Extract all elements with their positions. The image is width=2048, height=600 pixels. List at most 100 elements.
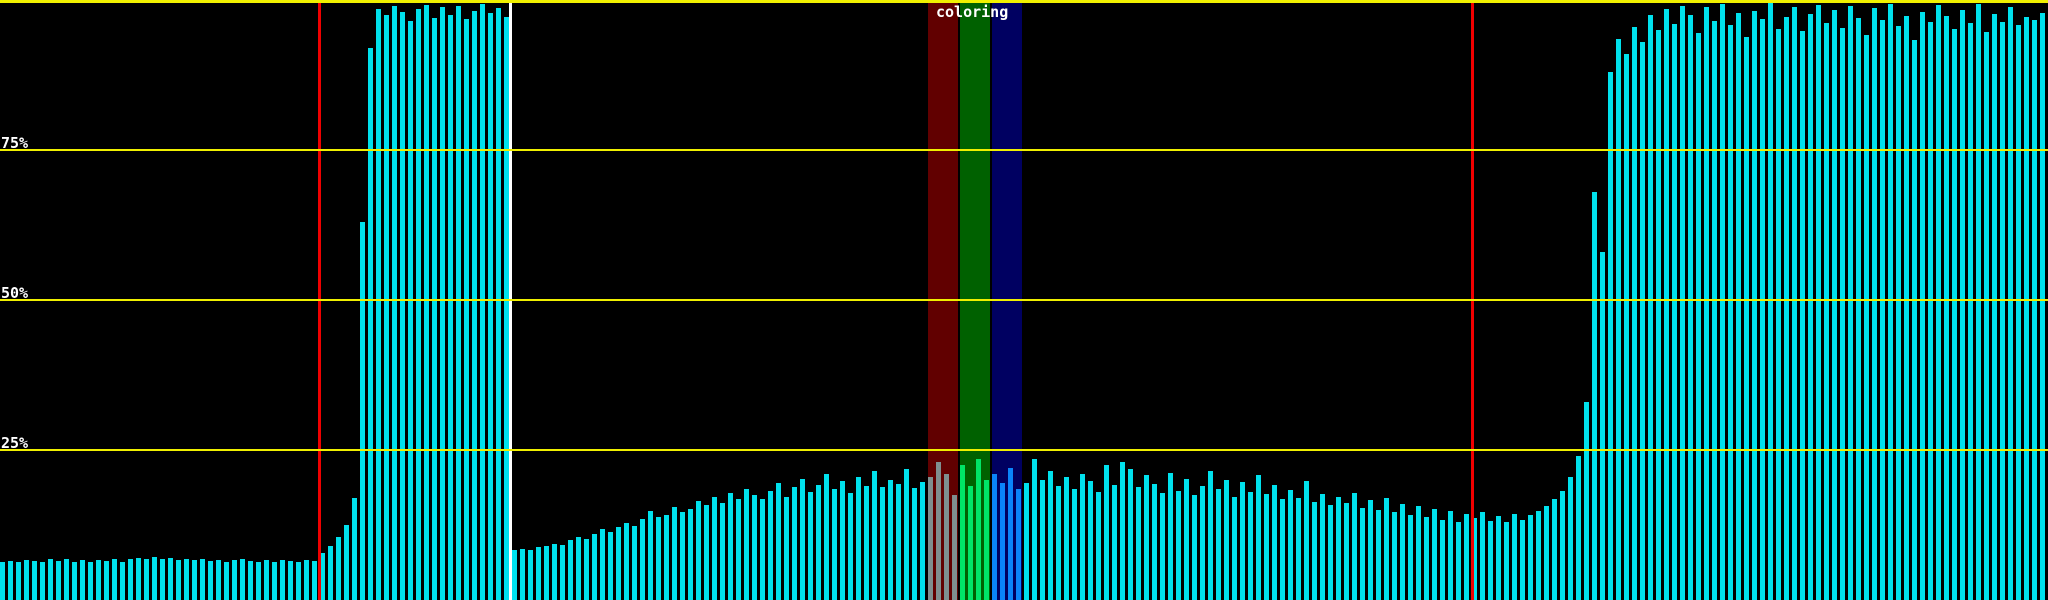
- histogram-bar: [1520, 520, 1525, 600]
- histogram-bar: [592, 534, 597, 600]
- histogram-bar: [1824, 23, 1829, 600]
- histogram-bar: [1680, 6, 1685, 600]
- histogram-bar: [1224, 480, 1229, 600]
- histogram-bar: [64, 559, 69, 600]
- histogram-bar: [864, 486, 869, 600]
- histogram-bar: [1712, 21, 1717, 600]
- histogram-bar: [880, 487, 885, 600]
- histogram-bar: [1312, 502, 1317, 600]
- histogram-bar: [1184, 479, 1189, 600]
- histogram-bar: [1160, 493, 1165, 600]
- histogram-bar: [976, 459, 981, 600]
- histogram-bar: [1608, 72, 1613, 600]
- histogram-bar: [1088, 481, 1093, 600]
- histogram-bar: [632, 526, 637, 600]
- histogram-bar: [192, 560, 197, 600]
- histogram-bar: [1664, 9, 1669, 600]
- histogram-bar: [1448, 511, 1453, 600]
- histogram-bar: [744, 489, 749, 600]
- histogram-bar: [1064, 477, 1069, 600]
- histogram-bar: [1176, 491, 1181, 600]
- histogram-bar: [1080, 474, 1085, 600]
- y-axis-label-25: 25%: [1, 434, 28, 452]
- histogram-bar: [160, 559, 165, 600]
- histogram-bar: [1432, 509, 1437, 600]
- histogram-bar: [1568, 477, 1573, 600]
- histogram-bar: [464, 19, 469, 600]
- histogram-bar: [816, 485, 821, 600]
- histogram-bar: [152, 557, 157, 600]
- histogram-bar: [1792, 7, 1797, 600]
- histogram-bar: [1368, 500, 1373, 600]
- y-axis-label-50: 50%: [1, 284, 28, 302]
- histogram-bar: [584, 539, 589, 600]
- histogram-bar: [808, 492, 813, 600]
- histogram-bar: [1544, 506, 1549, 600]
- histogram-bar: [1496, 516, 1501, 600]
- histogram-bar: [1024, 483, 1029, 600]
- histogram-bar: [1912, 40, 1917, 600]
- histogram-bar: [112, 559, 117, 600]
- histogram-bar: [1112, 485, 1117, 600]
- histogram-bar: [1032, 459, 1037, 600]
- histogram-bar: [616, 527, 621, 600]
- histogram-bar: [1936, 5, 1941, 600]
- histogram-bar: [800, 479, 805, 600]
- histogram-bar: [272, 562, 277, 600]
- histogram-bar: [496, 8, 501, 600]
- histogram-bar: [1584, 402, 1589, 600]
- histogram-bar: [936, 462, 941, 600]
- histogram-bar: [88, 562, 93, 600]
- histogram-bar: [72, 562, 77, 600]
- histogram-bar: [768, 491, 773, 600]
- histogram-bar: [728, 493, 733, 600]
- histogram-bar: [1240, 482, 1245, 600]
- histogram-bar: [736, 499, 741, 600]
- histogram-bar: [568, 540, 573, 600]
- histogram-bar: [552, 544, 557, 600]
- histogram-bar: [992, 474, 997, 600]
- histogram-bar: [1760, 19, 1765, 600]
- histogram-bar: [688, 509, 693, 600]
- histogram-bar: [1728, 25, 1733, 600]
- histogram-bar: [1320, 494, 1325, 600]
- histogram-bar: [168, 558, 173, 600]
- histogram-bar: [1048, 471, 1053, 600]
- histogram-bar: [1104, 465, 1109, 600]
- histogram-bar: [40, 562, 45, 600]
- histogram-bar: [1328, 505, 1333, 600]
- histogram-bar: [432, 18, 437, 600]
- histogram-bar: [1072, 489, 1077, 600]
- histogram-bar: [896, 484, 901, 600]
- histogram-bar: [872, 471, 877, 600]
- histogram-bar: [440, 7, 445, 600]
- histogram-bar: [624, 523, 629, 600]
- histogram-bar: [1896, 26, 1901, 600]
- histogram-bar: [104, 561, 109, 600]
- histogram-bar: [1008, 468, 1013, 600]
- histogram-bar: [1288, 490, 1293, 600]
- histogram-bar: [672, 507, 677, 600]
- histogram-bar: [1376, 510, 1381, 600]
- histogram-bar: [1256, 475, 1261, 600]
- histogram-bar: [1272, 485, 1277, 600]
- histogram-bar: [1416, 506, 1421, 600]
- histogram-bar: [1056, 486, 1061, 600]
- histogram-bar: [1200, 486, 1205, 600]
- histogram-bar: [1632, 27, 1637, 600]
- histogram-bar: [1880, 20, 1885, 600]
- histogram-bar: [1360, 508, 1365, 600]
- histogram-bar: [176, 560, 181, 600]
- histogram-bar: [1648, 15, 1653, 600]
- histogram-bar: [1752, 11, 1757, 600]
- histogram-bar: [96, 560, 101, 600]
- histogram-bar: [1616, 39, 1621, 600]
- histogram-bar: [1408, 515, 1413, 600]
- histogram-bar: [448, 15, 453, 600]
- histogram-bar: [328, 546, 333, 600]
- histogram-bar: [2032, 20, 2037, 600]
- histogram-bar: [24, 560, 29, 600]
- histogram-bar: [1976, 4, 1981, 600]
- histogram-bar: [856, 477, 861, 600]
- histogram-bar: [1768, 3, 1773, 600]
